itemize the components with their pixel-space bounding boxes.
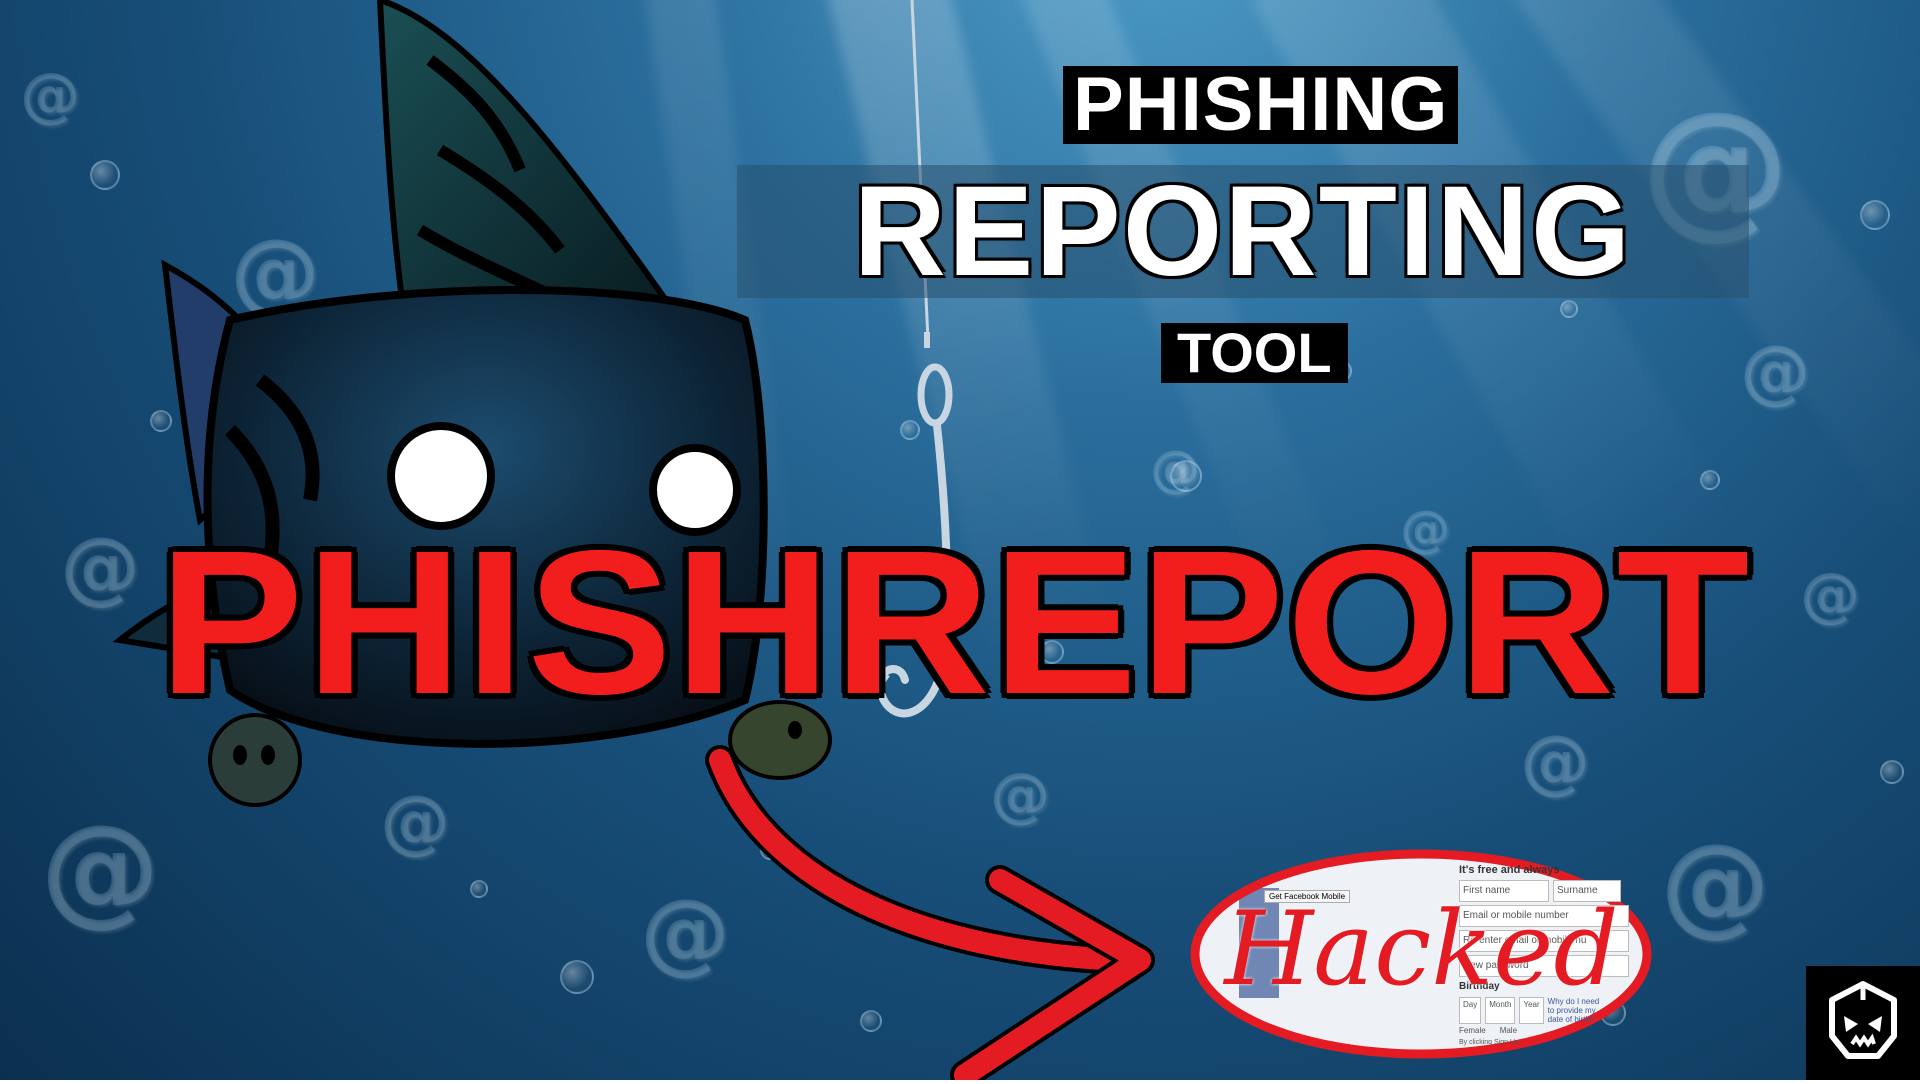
hacked-label: Hacked: [1224, 890, 1619, 1009]
form-tagline: It's free and always: [1459, 864, 1560, 876]
female-radio[interactable]: Female: [1459, 1024, 1486, 1038]
hacked-badge: It's free and always First name Surname …: [1189, 848, 1654, 1061]
signup-terms: By clicking Sign Up: [1459, 1039, 1519, 1046]
brand-logo-icon: [1829, 981, 1897, 1059]
main-title: PHISHREPORT: [158, 508, 1752, 737]
male-radio[interactable]: Male: [1500, 1024, 1517, 1038]
brand-logo: [1806, 966, 1920, 1080]
